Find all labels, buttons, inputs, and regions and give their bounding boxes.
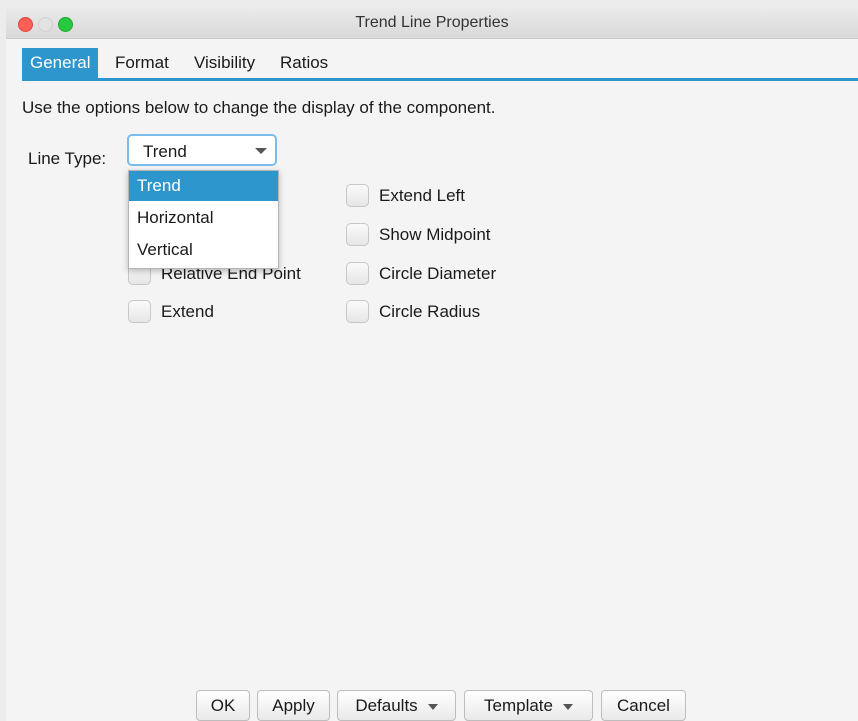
show-midpoint-checkbox[interactable]: Show Midpoint xyxy=(346,221,526,249)
line-type-label: Line Type: xyxy=(28,149,107,168)
defaults-button[interactable]: Defaults xyxy=(337,690,456,721)
line-type-option-horizontal[interactable]: Horizontal xyxy=(129,203,278,233)
tab-format[interactable]: Format xyxy=(107,48,177,78)
circle-diameter-checkbox[interactable]: Circle Diameter xyxy=(346,260,536,288)
chevron-down-icon xyxy=(427,703,438,710)
circle-radius-checkbox[interactable]: Circle Radius xyxy=(346,298,526,326)
line-type-option-vertical[interactable]: Vertical xyxy=(129,235,278,265)
circle-radius-label: Circle Radius xyxy=(379,302,481,321)
cancel-button[interactable]: Cancel xyxy=(601,690,686,721)
extend-label: Extend xyxy=(161,302,214,321)
template-button-label: Template xyxy=(484,696,553,715)
trend-line-properties-window: Trend Line Properties General Format Vis… xyxy=(6,8,858,721)
ok-button-label: OK xyxy=(210,696,236,715)
line-type-select[interactable]: Trend xyxy=(127,134,277,166)
extend-checkbox[interactable]: Extend xyxy=(128,298,248,326)
description-text: Use the options below to change the disp… xyxy=(22,98,496,117)
defaults-button-label: Defaults xyxy=(355,696,418,715)
checkbox-box[interactable] xyxy=(346,262,369,285)
ok-button[interactable]: OK xyxy=(196,690,250,721)
chevron-down-icon xyxy=(562,703,573,710)
apply-button[interactable]: Apply xyxy=(257,690,330,721)
tab-visibility[interactable]: Visibility xyxy=(186,48,263,78)
checkbox-box[interactable] xyxy=(346,300,369,323)
cancel-button-label: Cancel xyxy=(617,696,670,715)
window-title: Trend Line Properties xyxy=(355,14,509,31)
extend-left-checkbox[interactable]: Extend Left xyxy=(346,182,506,210)
apply-button-label: Apply xyxy=(272,696,315,715)
template-button[interactable]: Template xyxy=(464,690,593,721)
checkbox-box[interactable] xyxy=(128,300,151,323)
tab-general[interactable]: General xyxy=(22,48,99,78)
line-type-dropdown-list: Trend Horizontal Vertical xyxy=(128,170,279,269)
chevron-down-icon xyxy=(255,148,267,154)
tab-bar: General Format Visibility Ratios xyxy=(22,48,858,81)
show-midpoint-label: Show Midpoint xyxy=(379,225,491,244)
checkbox-box[interactable] xyxy=(346,223,369,246)
title-bar: Trend Line Properties xyxy=(6,8,858,39)
circle-diameter-label: Circle Diameter xyxy=(379,264,497,283)
checkbox-box[interactable] xyxy=(346,184,369,207)
extend-left-label: Extend Left xyxy=(379,186,466,205)
line-type-option-trend[interactable]: Trend xyxy=(129,171,278,201)
tab-ratios[interactable]: Ratios xyxy=(272,48,336,78)
line-type-value: Trend xyxy=(143,142,187,161)
